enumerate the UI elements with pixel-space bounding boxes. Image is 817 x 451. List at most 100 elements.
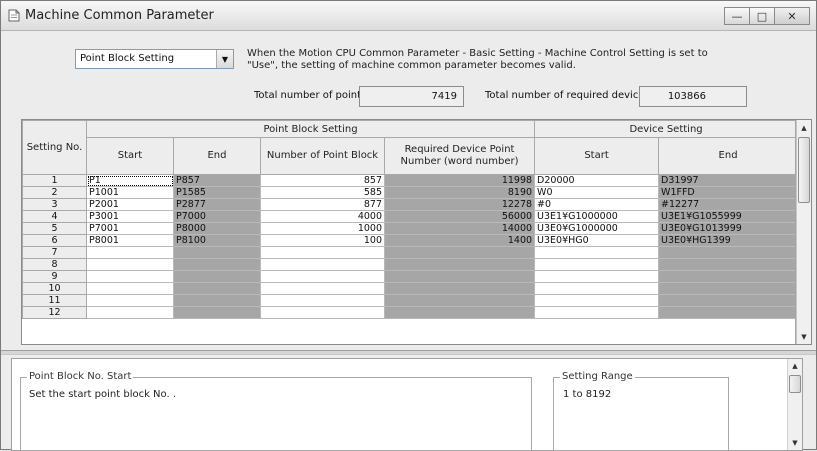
start-cell[interactable] [86, 270, 174, 283]
end-cell [173, 258, 261, 271]
minimize-button[interactable]: — [724, 7, 750, 25]
number-of-point-block-cell[interactable]: 585 [260, 186, 385, 199]
setting-no-cell: 2 [22, 186, 87, 199]
start-cell[interactable]: P2001 [86, 198, 174, 211]
device-end-cell: W1FFD [658, 186, 799, 199]
number-of-point-block-cell[interactable] [260, 270, 385, 283]
group-header-point-block-setting: Point Block Setting [85, 120, 536, 138]
number-of-point-block-cell[interactable] [260, 258, 385, 271]
device-start-cell[interactable]: #0 [534, 198, 660, 211]
setting-no-cell: 7 [22, 246, 87, 259]
required-device-cell: 8190 [383, 186, 536, 199]
table-row[interactable]: 12 [22, 306, 799, 319]
setting-no-cell: 1 [22, 174, 87, 187]
number-of-point-block-cell[interactable] [260, 282, 385, 295]
item-help-group: Point Block No. Start Set the start poin… [20, 371, 532, 451]
maximize-button[interactable]: □ [749, 7, 775, 25]
number-of-point-block-cell[interactable]: 877 [260, 198, 385, 211]
panel-splitter[interactable] [1, 350, 816, 355]
number-of-point-block-cell[interactable] [260, 246, 385, 259]
col-header-number-of-point-block: Number of Point Block [260, 137, 385, 175]
close-button[interactable]: ✕ [774, 7, 810, 25]
dropdown-selected-value: Point Block Setting [80, 53, 175, 64]
table-row[interactable]: 6 P8001 P8100 100 1400 U3E0¥HG0 U3E0¥HG1399 [22, 234, 799, 247]
scroll-up-icon[interactable]: ▲ [797, 120, 811, 135]
scroll-up-icon[interactable]: ▲ [788, 359, 802, 373]
start-cell[interactable]: P7001 [86, 222, 174, 235]
device-start-cell[interactable]: D20000 [534, 174, 660, 187]
end-cell [173, 270, 261, 283]
start-cell[interactable]: P3001 [86, 210, 174, 223]
minimize-icon: — [731, 9, 743, 23]
device-start-cell[interactable]: U3E0¥HG0 [534, 234, 660, 247]
start-cell[interactable] [86, 306, 174, 319]
required-device-cell: 14000 [383, 222, 536, 235]
required-device-cell [383, 270, 536, 283]
device-end-cell: #12277 [658, 198, 799, 211]
device-start-cell[interactable] [534, 258, 660, 271]
setting-no-cell: 6 [22, 234, 87, 247]
scroll-down-icon[interactable]: ▼ [797, 329, 811, 344]
table-row[interactable]: 10 [22, 282, 799, 295]
device-start-cell[interactable] [534, 246, 660, 259]
required-device-cell: 12278 [383, 198, 536, 211]
scroll-thumb[interactable] [789, 375, 801, 393]
close-icon: ✕ [787, 9, 797, 23]
item-help-description: Set the start point block No. . [29, 389, 177, 400]
total-required-device-label: Total number of required device: [485, 90, 648, 101]
required-device-cell [383, 282, 536, 295]
device-start-cell[interactable]: U3E1¥G1000000 [534, 210, 660, 223]
end-cell [173, 282, 261, 295]
device-end-cell: U3E1¥G1055999 [658, 210, 799, 223]
grid-vertical-scrollbar[interactable]: ▲ ▼ [796, 120, 811, 344]
table-row[interactable]: 5 P7001 P8000 1000 14000 U3E0¥G1000000 U3E0¥G1… [22, 222, 799, 235]
number-of-point-block-cell[interactable] [260, 294, 385, 307]
table-row[interactable]: 9 [22, 270, 799, 283]
setting-range-title: Setting Range [560, 371, 635, 382]
chevron-down-icon[interactable]: ▼ [216, 50, 233, 68]
end-cell [173, 294, 261, 307]
setting-type-dropdown[interactable]: Point Block Setting ▼ [75, 49, 234, 69]
number-of-point-block-cell[interactable]: 4000 [260, 210, 385, 223]
device-start-cell[interactable] [534, 270, 660, 283]
device-end-cell [658, 270, 799, 283]
start-cell[interactable]: P8001 [86, 234, 174, 247]
setting-range-value: 1 to 8192 [563, 389, 612, 400]
start-cell[interactable] [86, 294, 174, 307]
device-start-cell[interactable]: U3E0¥G1000000 [534, 222, 660, 235]
device-end-cell: U3E0¥G1013999 [658, 222, 799, 235]
start-cell[interactable] [86, 282, 174, 295]
scroll-thumb[interactable] [798, 137, 810, 203]
help-vertical-scrollbar[interactable]: ▲ ▼ [787, 359, 802, 450]
scroll-down-icon[interactable]: ▼ [788, 436, 802, 450]
required-device-cell: 1400 [383, 234, 536, 247]
item-help-title: Point Block No. Start [27, 371, 134, 382]
device-start-cell[interactable] [534, 282, 660, 295]
number-of-point-block-cell[interactable]: 100 [260, 234, 385, 247]
table-row[interactable]: 3 P2001 P2877 877 12278 #0 #12277 [22, 198, 799, 211]
start-cell[interactable]: P1001 [86, 186, 174, 199]
machine-common-parameter-window: Machine Common Parameter — □ ✕ Point Blo… [0, 0, 817, 451]
setting-no-cell: 10 [22, 282, 87, 295]
start-cell[interactable]: P1 [86, 174, 174, 187]
number-of-point-block-cell[interactable]: 1000 [260, 222, 385, 235]
document-icon [8, 9, 20, 22]
number-of-point-block-cell[interactable] [260, 306, 385, 319]
table-row[interactable]: 1 P1 P857 857 11998 D20000 D31997 [22, 174, 799, 187]
table-row[interactable]: 11 [22, 294, 799, 307]
device-start-cell[interactable] [534, 294, 660, 307]
start-cell[interactable] [86, 258, 174, 271]
setting-no-cell: 9 [22, 270, 87, 283]
table-row[interactable]: 8 [22, 258, 799, 271]
start-cell[interactable] [86, 246, 174, 259]
table-row[interactable]: 4 P3001 P7000 4000 56000 U3E1¥G1000000 U3E1¥G1… [22, 210, 799, 223]
setting-no-cell: 8 [22, 258, 87, 271]
point-block-grid: Setting No. Point Block Setting Device S… [21, 119, 812, 345]
table-row[interactable]: 7 [22, 246, 799, 259]
device-end-cell: D31997 [658, 174, 799, 187]
device-start-cell[interactable]: W0 [534, 186, 660, 199]
table-row[interactable]: 2 P1001 P1585 585 8190 W0 W1FFD [22, 186, 799, 199]
total-required-device-value: 103866 [639, 86, 747, 107]
device-start-cell[interactable] [534, 306, 660, 319]
number-of-point-block-cell[interactable]: 857 [260, 174, 385, 187]
